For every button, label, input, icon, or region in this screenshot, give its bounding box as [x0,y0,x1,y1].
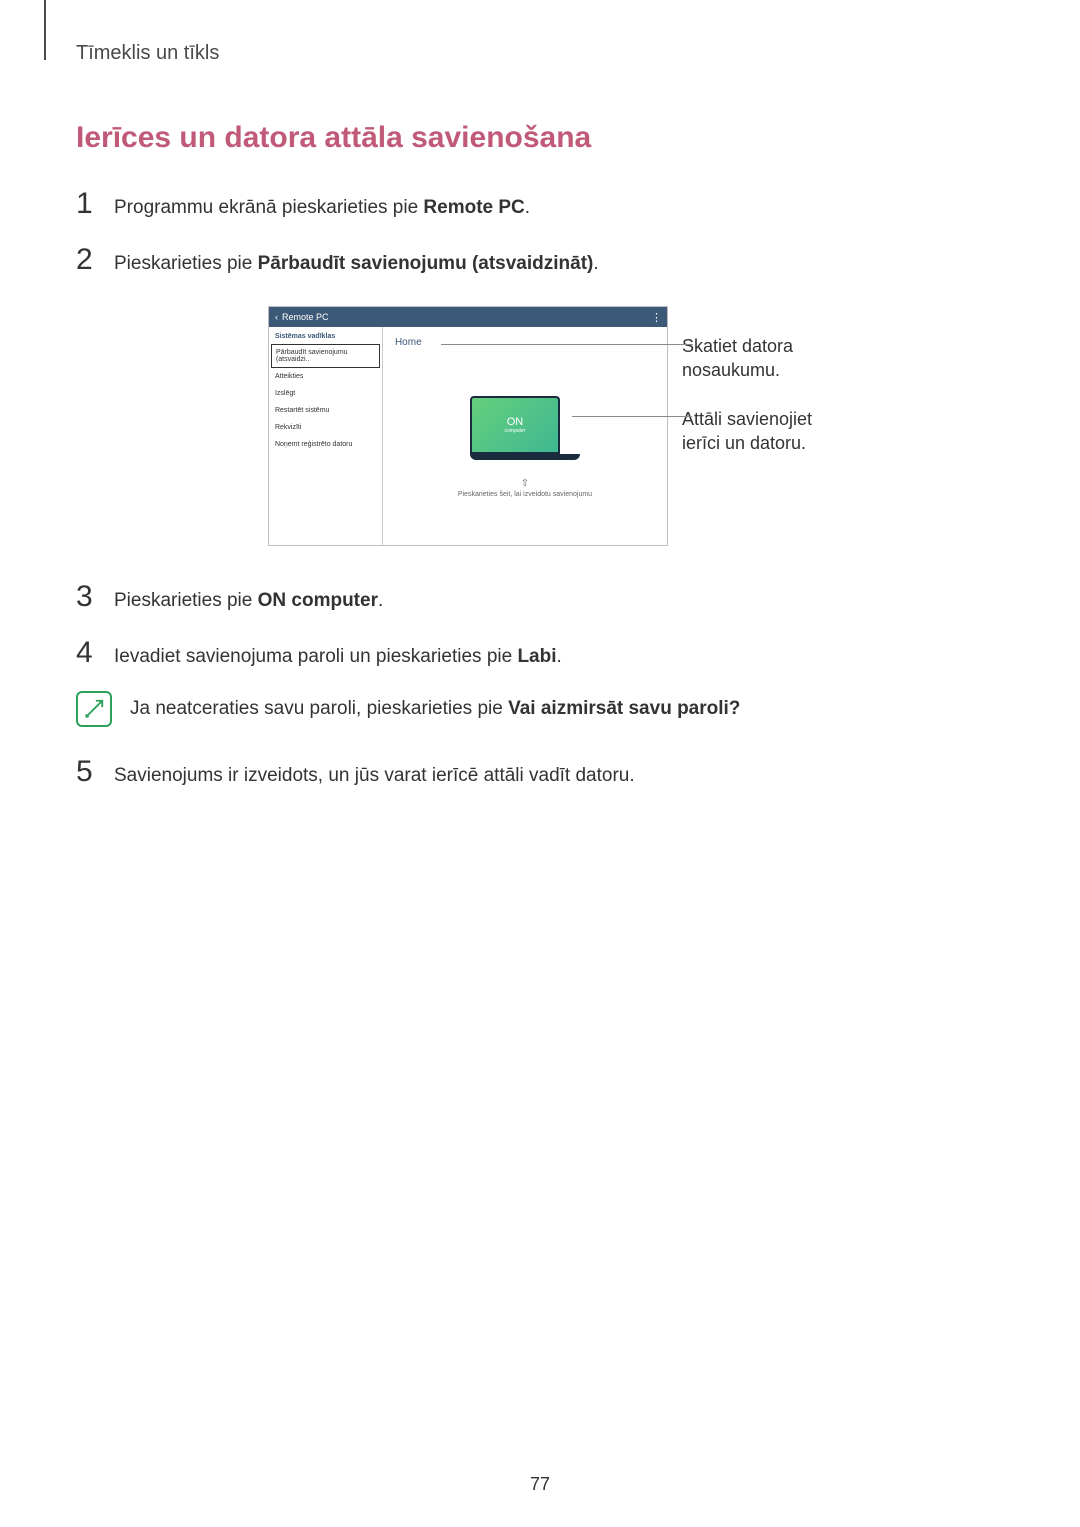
back-chevron-icon: ‹ [275,312,278,322]
sidebar-item: Restartēt sistēmu [269,402,382,419]
step-number: 5 [76,755,100,789]
side-rule [44,0,46,60]
sidebar-item: Rekvizīti [269,419,382,436]
callout-remote-connect: Attāli savienojiet ierīci un datoru. [682,407,812,456]
step-2: 2 Pieskarieties pie Pārbaudīt savienojum… [76,243,1004,279]
titlebar: ‹ Remote PC ⋮ [269,307,667,327]
on-label: ON [507,416,524,428]
page-heading: Ierīces un datora attāla savienošana [76,121,1004,155]
bold-text: Pārbaudīt savienojumu (atsvaidzināt) [258,253,594,274]
note-row: Ja neatceraties savu paroli, pieskarieti… [76,691,1004,727]
screenshot-figure: ‹ Remote PC ⋮ Sistēmas vadīklas Pārbaudī… [76,306,1004,546]
step-text: Pieskarieties pie Pārbaudīt savienojumu … [114,250,599,279]
callout-text: nosaukumu. [682,360,780,380]
text: . [557,646,562,667]
title-text: Remote PC [282,312,329,322]
step-number: 1 [76,187,100,221]
step-text: Ievadiet savienojuma paroli un pieskarie… [114,643,562,672]
step-text: Programmu ekrānā pieskarieties pie Remot… [114,194,530,223]
step-3: 3 Pieskarieties pie ON computer. [76,580,1004,616]
step-4: 4 Ievadiet savienojuma paroli un pieskar… [76,636,1004,672]
step-text: Pieskarieties pie ON computer. [114,587,383,616]
step-1: 1 Programmu ekrānā pieskarieties pie Rem… [76,187,1004,223]
bold-text: Vai aizmirsāt savu paroli? [508,698,740,719]
sidebar-item: Atteikties [269,368,382,385]
sidebar-item: Noņemt reģistrēto datoru [269,436,382,453]
callouts: Skatiet datora nosaukumu. Attāli savieno… [682,306,812,455]
bold-text: Remote PC [423,197,524,218]
step-number: 4 [76,636,100,670]
text: Programmu ekrānā pieskarieties pie [114,197,423,218]
sidebar-head: Sistēmas vadīklas [269,327,382,344]
step-number: 3 [76,580,100,614]
callout-see-computer-name: Skatiet datora nosaukumu. [682,334,812,383]
bold-text: ON computer [258,590,378,611]
tap-hint-text: Pieskarieties šeit, lai izveidotu savien… [458,491,592,498]
sidebar-item: Izslēgt [269,385,382,402]
text: Pieskarieties pie [114,253,258,274]
text: . [593,253,598,274]
callout-connector [441,344,693,345]
shot-main: Home ON computer ⇧ [383,327,667,545]
menu-dots-icon: ⋮ [651,311,661,324]
bold-text: Labi [517,646,556,667]
callout-connector [572,416,692,417]
text: Ja neatceraties savu paroli, pieskarieti… [130,698,508,719]
callout-text: Attāli savienojiet [682,409,812,429]
up-arrow-icon: ⇧ [521,478,529,489]
text: Ievadiet savienojuma paroli un pieskarie… [114,646,517,667]
step-number: 2 [76,243,100,277]
app-screenshot: ‹ Remote PC ⋮ Sistēmas vadīklas Pārbaudī… [268,306,668,546]
laptop-icon: ON computer [470,396,580,460]
note-text: Ja neatceraties savu paroli, pieskarieti… [130,691,740,724]
text: Pieskarieties pie [114,590,258,611]
sidebar: Sistēmas vadīklas Pārbaudīt savienojumu … [269,327,383,545]
laptop-zone: ON computer ⇧ Pieskarieties šeit, lai iz… [383,348,667,545]
on-sublabel: computer [505,428,526,434]
breadcrumb: Tīmeklis un tīkls [76,42,1004,65]
sidebar-item: Pārbaudīt savienojumu (atsvaidzi.. [271,344,380,368]
tap-hint: ⇧ Pieskarieties šeit, lai izveidotu savi… [458,478,592,498]
page-number: 77 [0,1474,1080,1495]
page-content: Tīmeklis un tīkls Ierīces un datora attā… [0,0,1080,791]
note-icon [76,691,112,727]
callout-text: ierīci un datoru. [682,433,806,453]
step-text: Savienojums ir izveidots, un jūs varat i… [114,762,635,791]
text: . [378,590,383,611]
text: . [525,197,530,218]
step-5: 5 Savienojums ir izveidots, un jūs varat… [76,755,1004,791]
callout-text: Skatiet datora [682,336,793,356]
